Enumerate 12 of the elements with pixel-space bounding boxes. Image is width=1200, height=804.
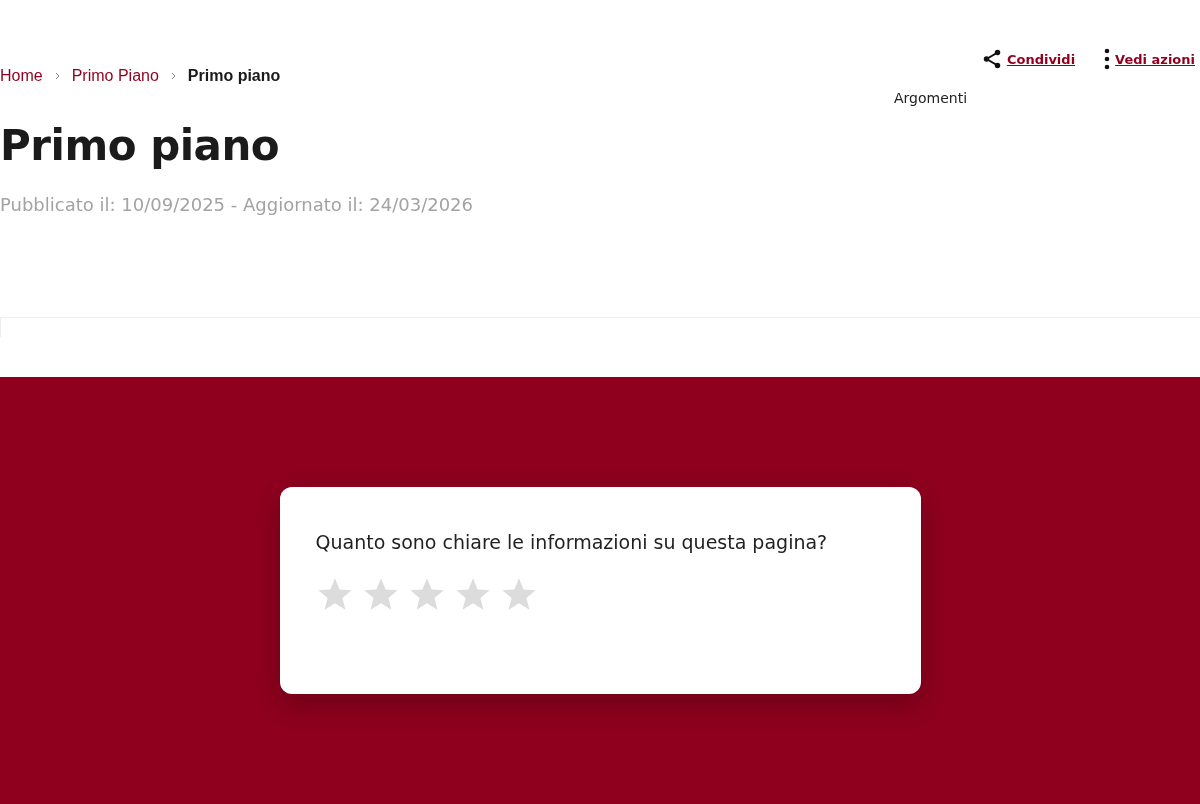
chevron-icon [54, 72, 60, 80]
breadcrumb-link[interactable]: Primo piano [187, 67, 281, 85]
actions-link[interactable]: Vedi azioni [1103, 48, 1195, 70]
rating-question: Quanto sono chiare le informazioni su questa pagina? [315, 531, 829, 553]
breadcrumb-link[interactable]: Home [0, 67, 43, 85]
topics-label: Argomenti [894, 90, 968, 106]
share-link[interactable]: Condividi [980, 48, 1076, 70]
breadcrumb-link[interactable]: Primo Piano [71, 67, 159, 85]
page-title: Primo piano [0, 121, 281, 170]
publication-dates: Pubblicato il: 10/09/2025 - Aggiornato il: 24/03/2026 [0, 194, 474, 215]
more-icon [1103, 48, 1112, 70]
chevron-icon [170, 72, 176, 80]
